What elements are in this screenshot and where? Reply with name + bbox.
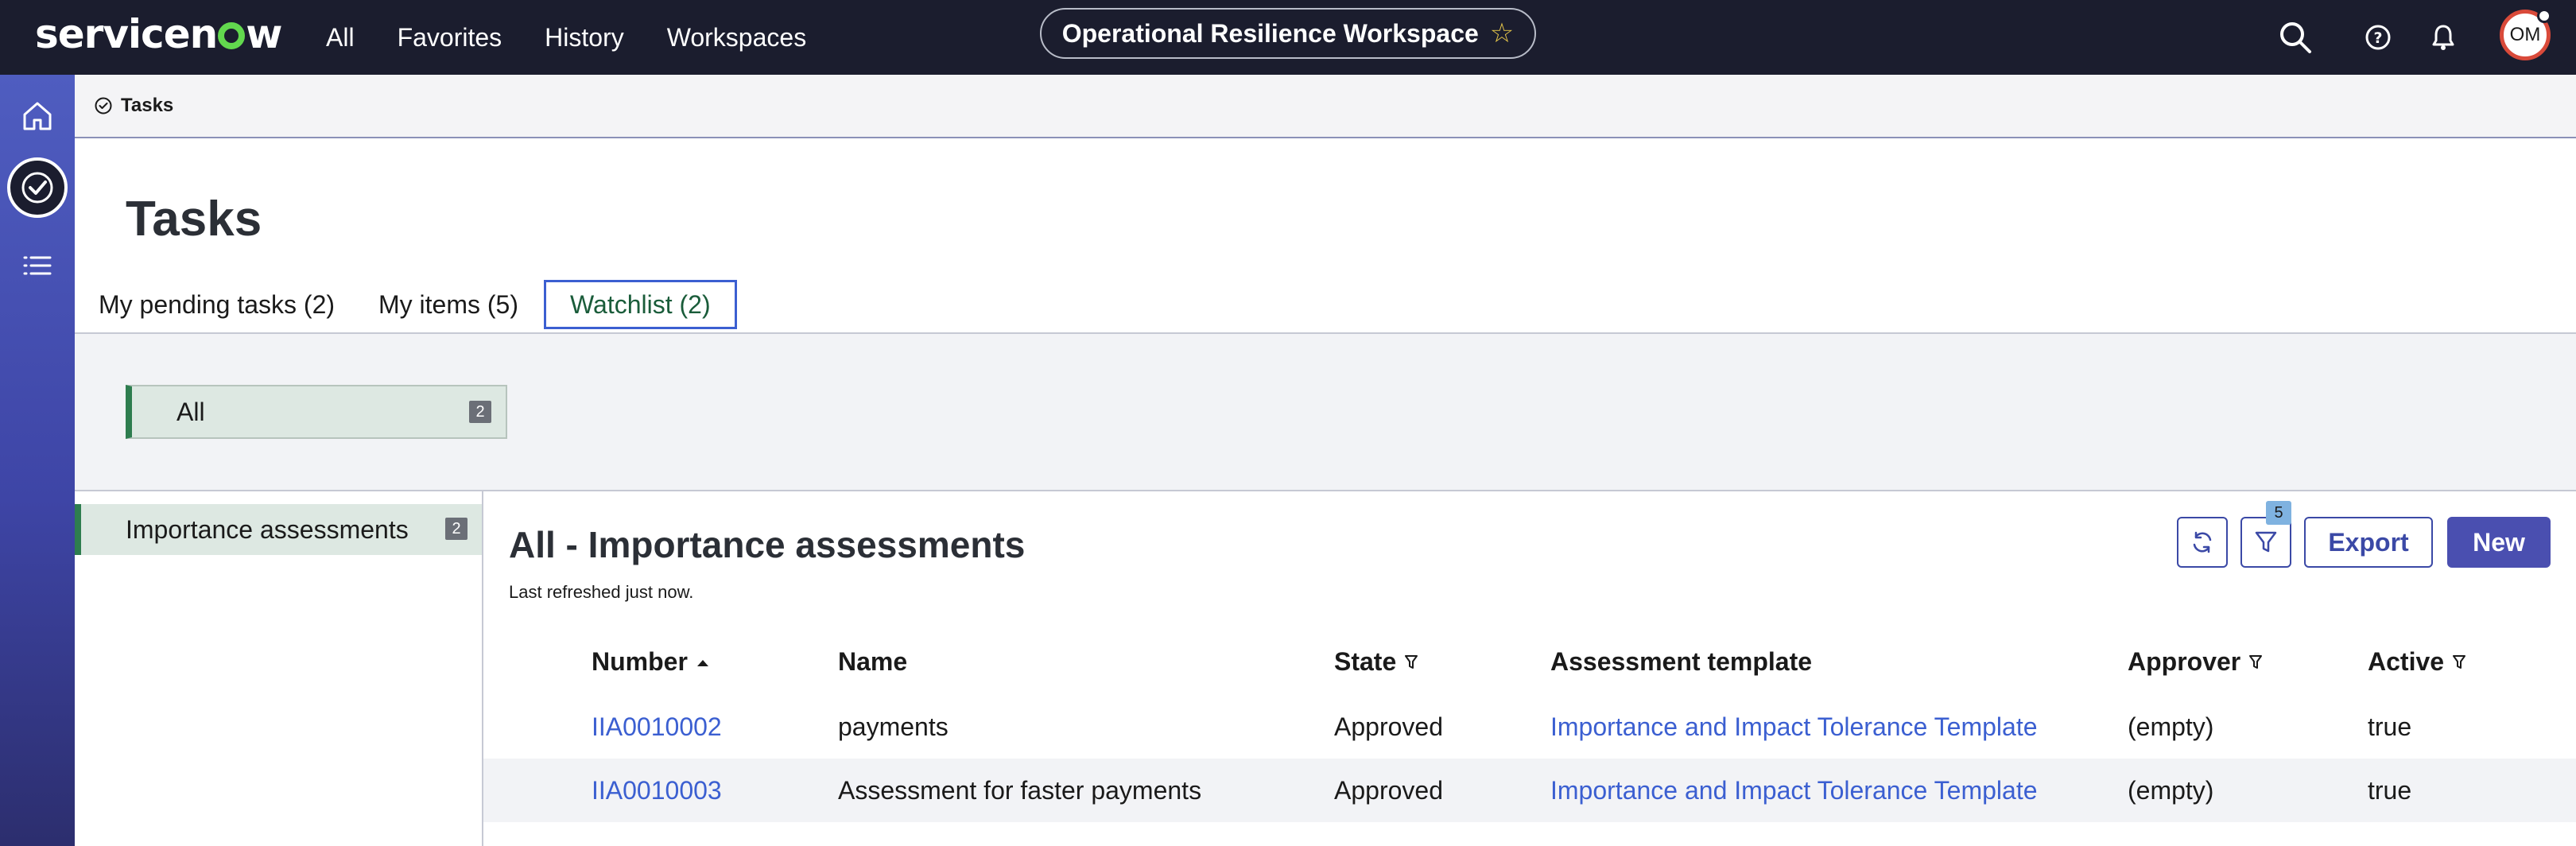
- home-icon[interactable]: [7, 86, 68, 146]
- record-name: Assessment for faster payments: [838, 775, 1202, 805]
- breadcrumb-tasks-tab[interactable]: Tasks: [75, 75, 2576, 138]
- refresh-button[interactable]: [2177, 517, 2228, 568]
- star-icon[interactable]: ☆: [1490, 17, 1514, 49]
- column-header-assessment-template[interactable]: Assessment template: [1550, 647, 1812, 677]
- filter-all-count: 2: [469, 401, 491, 423]
- sort-ascending-icon: [696, 659, 708, 666]
- record-number-link[interactable]: IIA0010003: [592, 759, 722, 822]
- filter-icon: [1405, 654, 1418, 669]
- tab-watchlist[interactable]: Watchlist (2): [544, 280, 737, 329]
- list-panel: All - Importance assessments Last refres…: [483, 491, 2576, 846]
- list-item-label: Importance assessments: [126, 514, 409, 544]
- task-tabs: My pending tasks (2) My items (5) Watchl…: [75, 277, 2576, 334]
- refresh-icon: [2193, 531, 2212, 553]
- column-header-label: Number: [592, 647, 688, 676]
- page-title: Tasks: [126, 192, 262, 246]
- record-state: Approved: [1334, 712, 1443, 741]
- column-header-approver[interactable]: Approver: [2128, 647, 2263, 677]
- column-header-active[interactable]: Active: [2368, 647, 2466, 677]
- avatar-initials: OM: [2509, 24, 2541, 45]
- filter-all-label: All: [177, 397, 205, 426]
- last-refreshed-text: Last refreshed just now.: [509, 582, 694, 602]
- column-header-label: Approver: [2128, 647, 2241, 676]
- table-row: IIA0010002 payments Approved Importance …: [483, 695, 2576, 759]
- column-header-label: Assessment template: [1550, 647, 1813, 676]
- column-header-number[interactable]: Number: [592, 647, 710, 677]
- help-icon[interactable]: ?: [2358, 17, 2398, 57]
- filter-band: All 2: [75, 334, 2576, 491]
- record-approver: (empty): [2128, 712, 2214, 741]
- nav-all[interactable]: All: [326, 23, 355, 52]
- filter-all-chip[interactable]: All 2: [126, 385, 507, 439]
- column-header-label: Name: [838, 647, 908, 676]
- list-item-count: 2: [445, 518, 467, 540]
- new-button[interactable]: New: [2447, 517, 2551, 568]
- search-icon[interactable]: [2275, 17, 2315, 57]
- record-template-link[interactable]: Importance and Impact Tolerance Template: [1550, 695, 2038, 759]
- record-template-link[interactable]: Importance and Impact Tolerance Template: [1550, 759, 2038, 822]
- list-item-importance-assessments[interactable]: Importance assessments 2: [75, 504, 482, 555]
- nav-workspaces[interactable]: Workspaces: [667, 23, 806, 52]
- record-active: true: [2368, 775, 2412, 805]
- record-number-link[interactable]: IIA0010002: [592, 695, 722, 759]
- avatar-status-dot: [2537, 9, 2551, 23]
- column-header-label: Active: [2368, 647, 2445, 676]
- list-icon[interactable]: [7, 235, 68, 296]
- category-list: Importance assessments 2: [75, 491, 483, 846]
- record-name: payments: [838, 712, 949, 741]
- column-header-label: State: [1334, 647, 1397, 676]
- record-active: true: [2368, 712, 2412, 741]
- svg-text:?: ?: [2373, 29, 2382, 47]
- export-button[interactable]: Export: [2304, 517, 2433, 568]
- column-header-state[interactable]: State: [1334, 647, 1418, 677]
- workspace-title: Operational Resilience Workspace: [1061, 18, 1479, 48]
- filter-icon: [2453, 654, 2466, 669]
- nav-history[interactable]: History: [545, 23, 624, 52]
- filter-icon: [2255, 531, 2277, 553]
- record-approver: (empty): [2128, 775, 2214, 805]
- servicenow-logo[interactable]: servicen w: [35, 11, 282, 57]
- filter-icon: [2249, 654, 2263, 669]
- tab-my-pending-tasks[interactable]: My pending tasks (2): [75, 280, 359, 329]
- side-rail: [0, 75, 75, 846]
- check-circle-icon: [95, 97, 112, 114]
- table-row: IIA0010003 Assessment for faster payment…: [483, 759, 2576, 822]
- nav-favorites[interactable]: Favorites: [398, 23, 502, 52]
- user-avatar[interactable]: OM: [2500, 9, 2551, 60]
- list-title: All - Importance assessments: [509, 524, 1026, 565]
- workspace-title-pill[interactable]: Operational Resilience Workspace ☆: [1040, 8, 1536, 59]
- tab-my-items[interactable]: My items (5): [355, 280, 542, 329]
- record-state: Approved: [1334, 775, 1443, 805]
- breadcrumb-label: Tasks: [121, 95, 174, 116]
- tasks-check-icon[interactable]: [7, 157, 68, 218]
- column-header-name[interactable]: Name: [838, 647, 907, 677]
- bell-icon[interactable]: [2423, 17, 2463, 57]
- filter-count-badge: 5: [2266, 501, 2291, 525]
- top-navigation-bar: servicen w All Favorites History Workspac…: [0, 0, 2576, 75]
- top-nav-menu: All Favorites History Workspaces: [326, 0, 849, 75]
